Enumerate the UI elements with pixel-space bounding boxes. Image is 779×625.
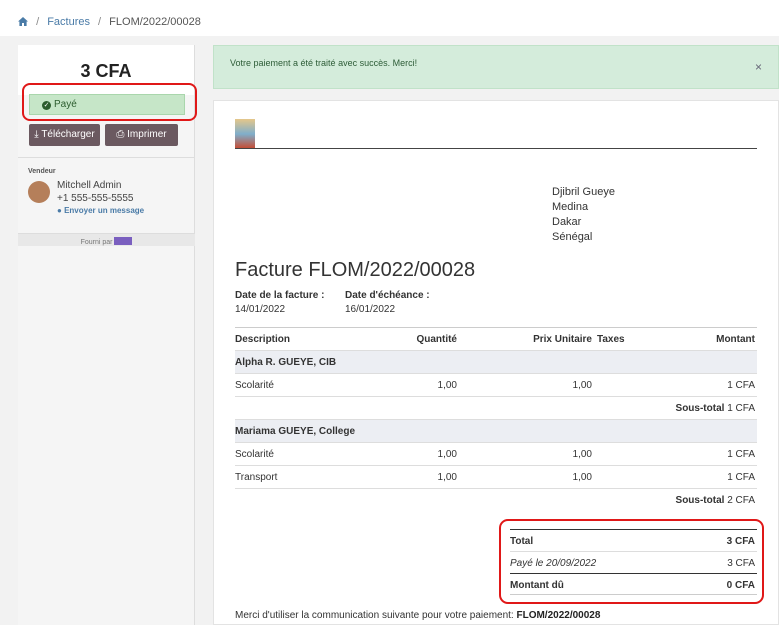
line-amount: 1 CFA [727,380,755,391]
invoice-lines-table: Description Quantité Prix Unitaire Taxes… [235,327,757,511]
line-description: Scolarité [235,380,274,391]
close-icon[interactable]: × [755,60,762,74]
line-amount: 1 CFA [727,472,755,483]
subtotal: Sous-total 1 CFA [676,403,755,414]
highlight-outline [499,519,764,604]
invoice-date-label: Date de la facture : [235,290,325,301]
table-row: Scolarité 1,00 1,00 1 CFA [235,373,757,396]
line-description: Scolarité [235,449,274,460]
line-description: Transport [235,472,278,483]
download-icon: ⤓ [34,129,39,140]
table-row: Transport 1,00 1,00 1 CFA [235,465,757,488]
line-quantity: 1,00 [437,380,457,391]
vendor-phone: +1 555-555-5555 [57,193,134,204]
address-line: Sénégal [552,231,593,243]
address-line: Djibril Gueye [552,186,615,198]
line-unit-price: 1,00 [572,472,592,483]
success-alert: Votre paiement a été traité avec succès.… [213,45,779,89]
company-logo [235,119,255,149]
line-unit-price: 1,00 [572,380,592,391]
avatar [28,181,50,203]
download-button[interactable]: ⤓ Télécharger [29,124,100,146]
customer-address: Djibril Gueye Medina Dakar Sénégal [552,185,615,245]
group-name: Alpha R. GUEYE, CIB [235,357,337,368]
printer-icon: ⎙ [116,129,125,140]
table-header: Description Quantité Prix Unitaire Taxes… [235,327,757,350]
subtotal-value: 2 CFA [727,495,755,506]
breadcrumb-separator: / [36,16,40,28]
group-row: Mariama GUEYE, College [235,419,757,442]
subtotal-label: Sous-total [675,403,725,414]
invoice-date: 14/01/2022 [235,304,286,315]
highlight-outline [22,83,197,121]
print-label: Imprimer [127,129,167,140]
due-date-label: Date d'échéance : [345,290,430,301]
alert-message: Votre paiement a été traité avec succès.… [230,58,418,68]
group-row: Alpha R. GUEYE, CIB [235,350,757,373]
payment-reference: FLOM/2022/00028 [516,610,601,621]
odoo-logo[interactable] [114,237,133,245]
comment-icon: ● [57,206,62,215]
invoice-title: Facture FLOM/2022/00028 [235,259,476,281]
powered-by: Fourni par [18,233,195,246]
payment-reference-note: Merci d'utiliser la communication suivan… [235,610,600,621]
address-line: Medina [552,201,589,213]
subtotal-label: Sous-total [675,495,725,506]
subtotal: Sous-total 2 CFA [676,495,755,506]
breadcrumb: / Factures / FLOM/2022/00028 [0,0,779,36]
address-line: Dakar [552,216,582,228]
payment-note-text: Merci d'utiliser la communication suivan… [235,610,514,621]
send-message-label: Envoyer un message [64,206,145,215]
col-unit-price: Prix Unitaire [533,334,592,345]
col-description: Description [235,334,291,345]
breadcrumb-invoices-link[interactable]: Factures [47,16,90,28]
col-quantity: Quantité [416,334,457,345]
vendor-panel: Vendeur Mitchell Admin +1 555-555-5555 ●… [18,157,195,232]
invoice-sidebar: 3 CFA ✓ Payé ⤓ Télécharger ⎙ Imprimer Ven… [18,45,197,625]
due-date: 16/01/2022 [345,304,396,315]
invoice-document: Djibril Gueye Medina Dakar Sénégal Factu… [213,100,779,625]
powered-by-label: Fourni par [80,239,113,246]
table-row: Scolarité 1,00 1,00 1 CFA [235,442,757,465]
line-unit-price: 1,00 [572,449,592,460]
col-taxes: Taxes [597,334,625,345]
subtotal-value: 1 CFA [727,403,755,414]
home-icon[interactable] [18,17,28,26]
line-amount: 1 CFA [727,449,755,460]
subtotal-row: Sous-total 1 CFA [235,396,757,419]
breadcrumb-separator: / [98,16,102,28]
download-label: Télécharger [41,129,95,140]
header-divider [235,148,757,149]
breadcrumb-current: FLOM/2022/00028 [109,16,201,28]
print-button[interactable]: ⎙ Imprimer [105,124,178,146]
line-quantity: 1,00 [437,449,457,460]
vendor-name: Mitchell Admin [57,180,122,191]
group-name: Mariama GUEYE, College [235,426,356,437]
subtotal-row: Sous-total 2 CFA [235,488,757,511]
send-message-link[interactable]: ● Envoyer un message [57,206,144,215]
line-quantity: 1,00 [437,472,457,483]
col-amount: Montant [716,334,755,345]
vendor-title: Vendeur [28,168,56,175]
